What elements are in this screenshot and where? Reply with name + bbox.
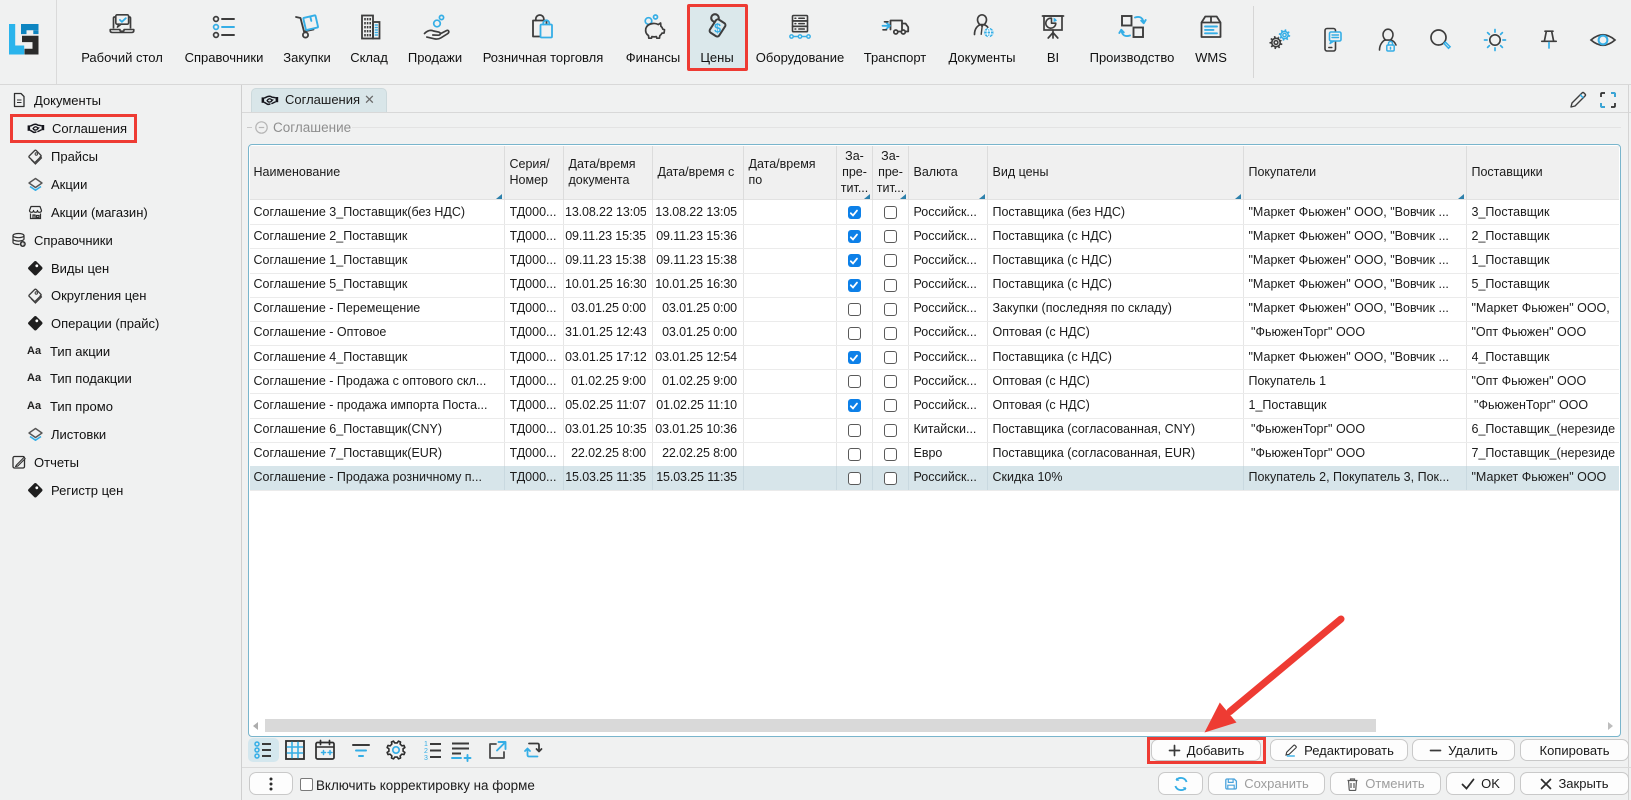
svg-text:2: 2 xyxy=(424,748,428,755)
svg-text:1: 1 xyxy=(424,741,428,748)
svg-text:3: 3 xyxy=(424,755,428,762)
